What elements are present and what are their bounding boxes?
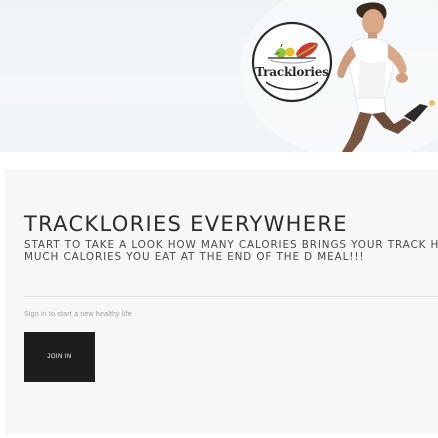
hero-banner: Tracklories xyxy=(0,0,438,152)
runner-photo xyxy=(240,0,438,152)
intro-card: TRACKLORIES EVERYWHERE START TO TAKE A L… xyxy=(5,169,438,434)
page-title: TRACKLORIES EVERYWHERE xyxy=(24,212,348,236)
page: Tracklories TRACKLORIES EVERYWHERE START… xyxy=(0,0,438,438)
logo-wordmark: Tracklories xyxy=(255,65,329,79)
tracklories-logo[interactable]: Tracklories xyxy=(250,20,334,104)
join-in-button[interactable]: JOIN IN xyxy=(24,332,95,382)
divider xyxy=(24,296,438,297)
tagline-text: START TO TAKE A LOOK HOW MANY CALORIES B… xyxy=(24,239,438,263)
signin-hint: Sign in to start a new healthy life xyxy=(24,311,132,318)
fruit-bowl-icon xyxy=(251,21,333,103)
